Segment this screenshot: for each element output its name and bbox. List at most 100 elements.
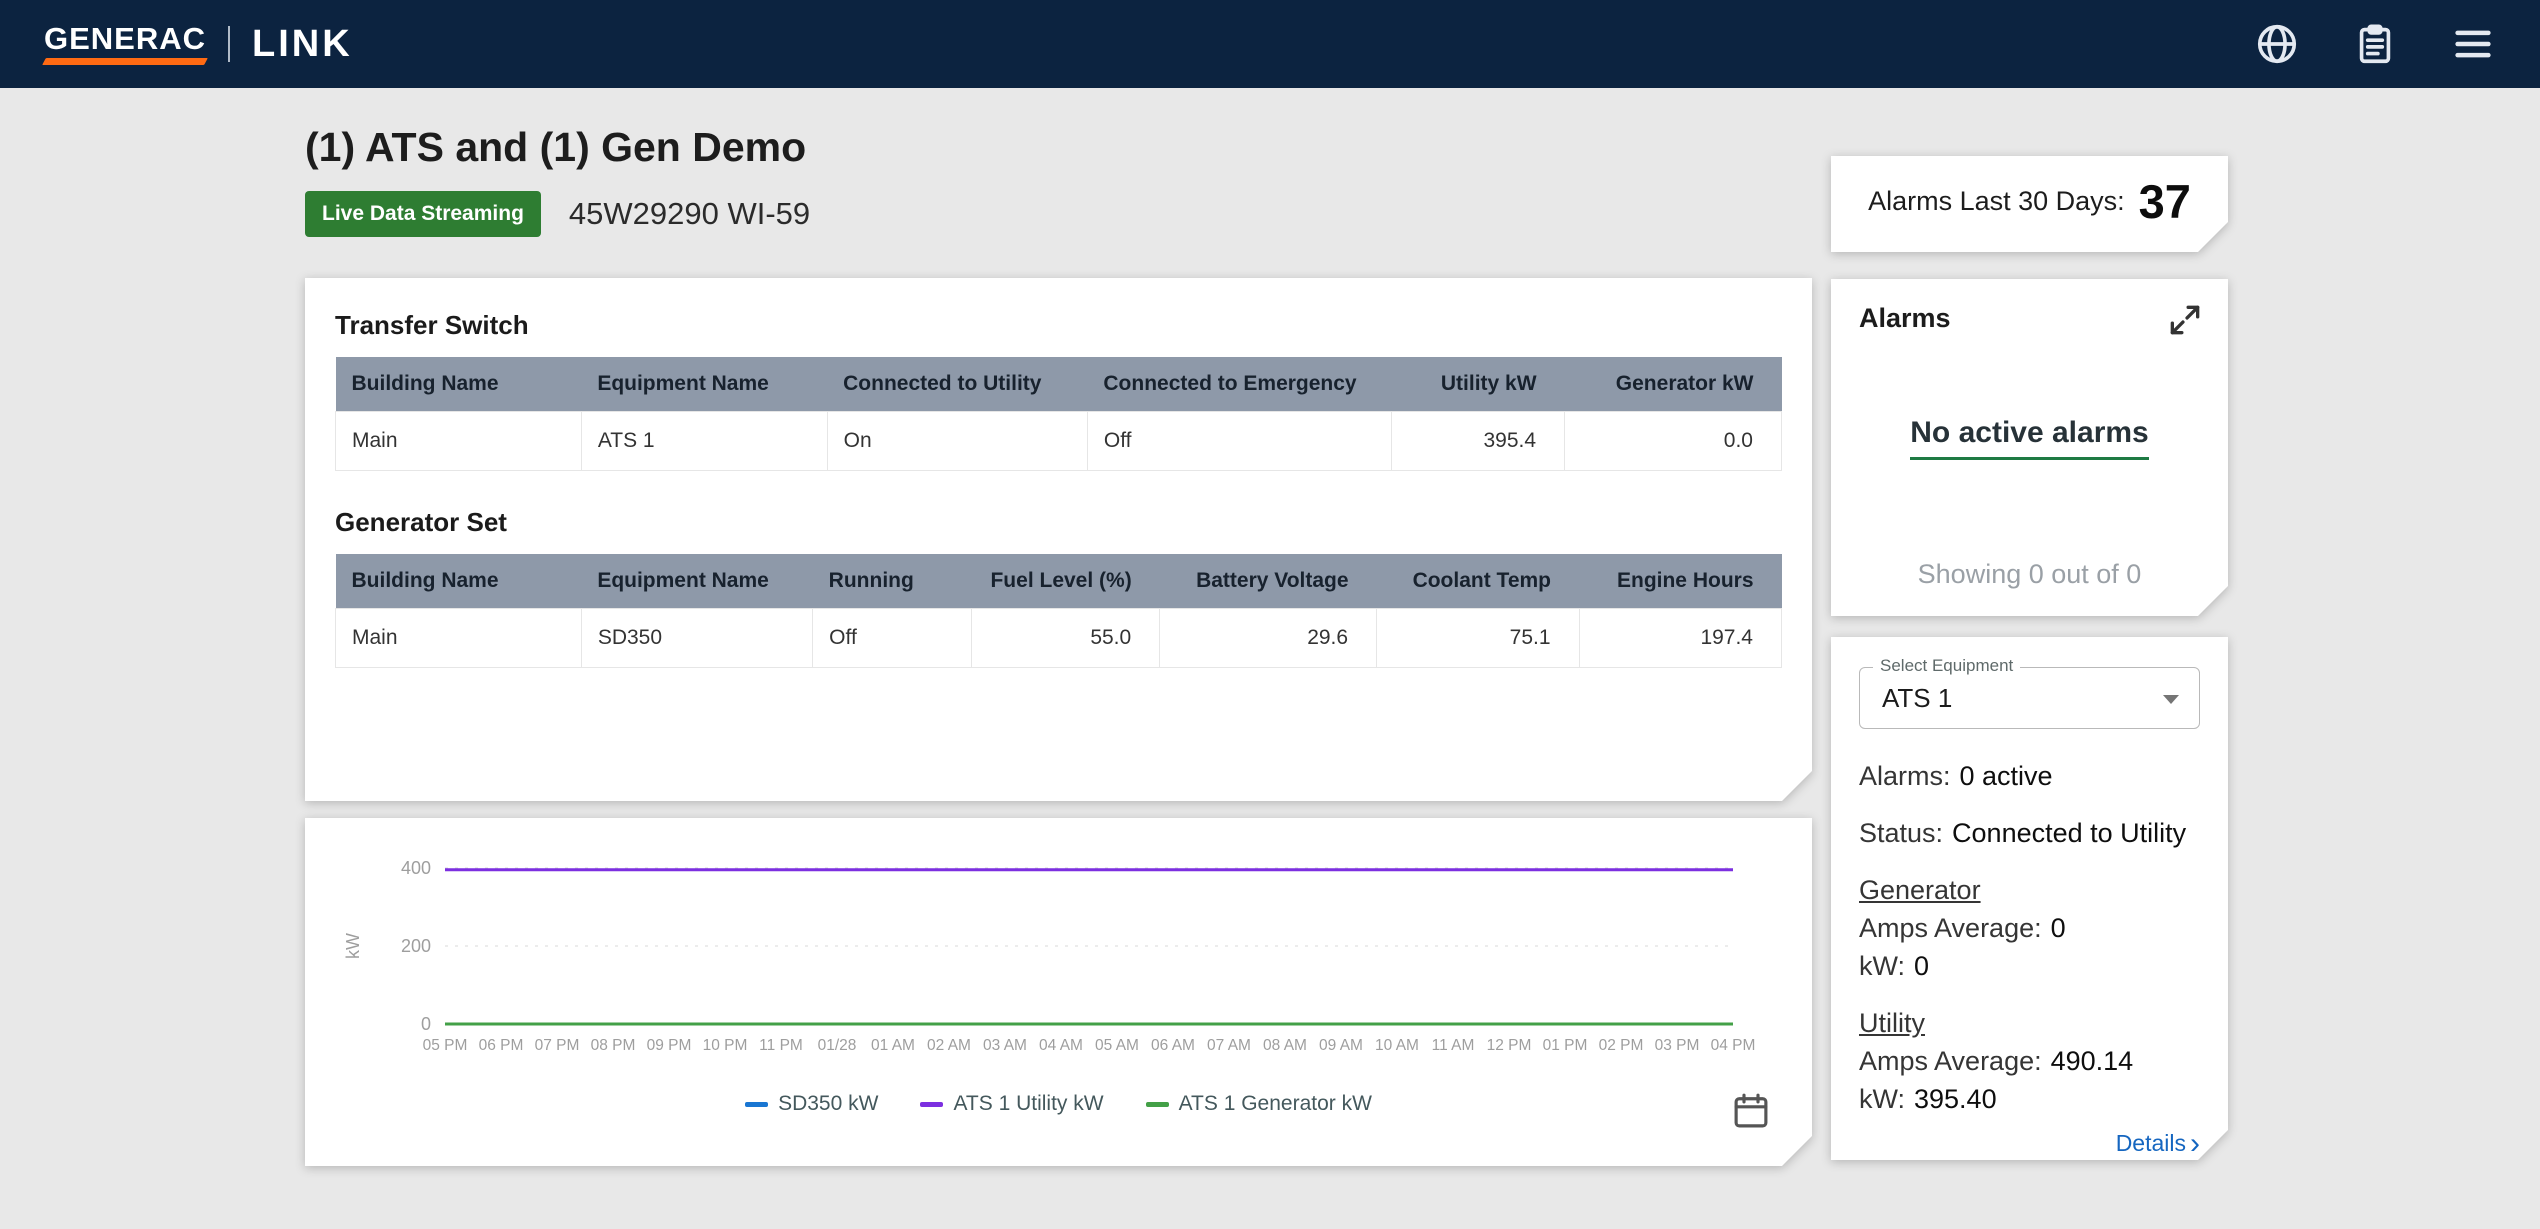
alarms-pagination-status: Showing 0 out of 0 — [1831, 559, 2228, 590]
utility-section: Utility Amps Average:490.14 kW:395.40 — [1859, 1004, 2200, 1118]
expand-icon[interactable] — [2166, 301, 2204, 339]
generator-set-table: Building Name Equipment Name Running Fue… — [335, 554, 1782, 668]
svg-text:03 PM: 03 PM — [1655, 1037, 1700, 1054]
report-icon[interactable] — [2352, 21, 2398, 67]
svg-text:01 PM: 01 PM — [1543, 1037, 1588, 1054]
cell-building-name: Main — [336, 412, 582, 471]
svg-text:01 AM: 01 AM — [871, 1037, 915, 1054]
utilization-chart: 020040005 PM06 PM07 PM08 PM09 PM10 PM11 … — [333, 838, 1782, 1090]
svg-text:03 AM: 03 AM — [983, 1037, 1027, 1054]
column-header: Connected to Utility — [827, 357, 1087, 412]
column-header: Building Name — [336, 357, 582, 412]
table-header-row: Building Name Equipment Name Running Fue… — [336, 554, 1782, 609]
alarms-card-title: Alarms — [1859, 303, 2200, 334]
cell-equipment-name: SD350 — [581, 609, 812, 668]
legend-label: ATS 1 Utility kW — [953, 1092, 1103, 1116]
svg-text:10 PM: 10 PM — [703, 1037, 748, 1054]
svg-text:11 PM: 11 PM — [759, 1037, 803, 1054]
table-row[interactable]: Main ATS 1 On Off 395.4 0.0 — [336, 412, 1782, 471]
equipment-detail-card: Select Equipment ATS 1 Alarms:0 active S… — [1831, 637, 2228, 1160]
column-header: Equipment Name — [581, 554, 812, 609]
cell-building-name: Main — [336, 609, 582, 668]
legend-item[interactable]: SD350 kW — [745, 1092, 878, 1116]
link-wordmark: LINK — [252, 25, 353, 63]
top-nav: GENERAC LINK — [0, 0, 2540, 88]
generator-section: Generator Amps Average:0 kW:0 — [1859, 871, 2200, 985]
svg-text:200: 200 — [401, 936, 431, 956]
calendar-icon[interactable] — [1730, 1090, 1772, 1132]
generator-kw-line: kW:0 — [1859, 947, 2200, 985]
select-equipment-value: ATS 1 — [1882, 683, 1952, 714]
generac-wordmark: GENERAC — [44, 23, 206, 65]
svg-text:08 PM: 08 PM — [591, 1037, 636, 1054]
chevron-down-icon — [2163, 695, 2179, 704]
cell-connected-emergency: Off — [1087, 412, 1391, 471]
generac-link-logo[interactable]: GENERAC LINK — [44, 23, 353, 65]
equipment-card: Transfer Switch Building Name Equipment … — [305, 278, 1812, 801]
cell-generator-kw: 0.0 — [1565, 412, 1782, 471]
alarms-line: Alarms:0 active — [1859, 757, 2200, 795]
svg-text:0: 0 — [421, 1014, 431, 1034]
table-header-row: Building Name Equipment Name Connected t… — [336, 357, 1782, 412]
svg-text:11 AM: 11 AM — [1432, 1037, 1475, 1054]
svg-text:07 PM: 07 PM — [535, 1037, 580, 1054]
cell-equipment-name: ATS 1 — [581, 412, 827, 471]
select-equipment-dropdown[interactable]: Select Equipment ATS 1 — [1859, 667, 2200, 729]
legend-label: ATS 1 Generator kW — [1179, 1092, 1372, 1116]
chart-legend: SD350 kW ATS 1 Utility kW ATS 1 Generator … — [333, 1092, 1784, 1116]
column-header: Equipment Name — [581, 357, 827, 412]
generator-set-heading: Generator Set — [335, 507, 1782, 538]
column-header: Coolant Temp — [1377, 554, 1579, 609]
transfer-switch-heading: Transfer Switch — [335, 310, 1782, 341]
svg-text:06 AM: 06 AM — [1151, 1037, 1195, 1054]
cell-connected-utility: On — [827, 412, 1087, 471]
legend-swatch — [1146, 1102, 1169, 1107]
status-line: Status:Connected to Utility — [1859, 814, 2200, 852]
column-header: Fuel Level (%) — [972, 554, 1160, 609]
site-header: (1) ATS and (1) Gen Demo Live Data Strea… — [305, 124, 810, 237]
svg-text:05 PM: 05 PM — [423, 1037, 468, 1054]
cell-utility-kw: 395.4 — [1391, 412, 1565, 471]
svg-text:kW: kW — [343, 933, 363, 959]
legend-item[interactable]: ATS 1 Generator kW — [1146, 1092, 1372, 1116]
svg-text:400: 400 — [401, 858, 431, 878]
svg-text:12 PM: 12 PM — [1487, 1037, 1532, 1054]
column-header: Battery Voltage — [1160, 554, 1377, 609]
transfer-switch-table: Building Name Equipment Name Connected t… — [335, 357, 1782, 471]
table-row[interactable]: Main SD350 Off 55.0 29.6 75.1 197.4 — [336, 609, 1782, 668]
svg-text:10 AM: 10 AM — [1375, 1037, 1419, 1054]
column-header: Building Name — [336, 554, 582, 609]
utility-amps-line: Amps Average:490.14 — [1859, 1042, 2200, 1080]
cell-battery-voltage: 29.6 — [1160, 609, 1377, 668]
globe-icon[interactable] — [2254, 21, 2300, 67]
cell-running: Off — [813, 609, 972, 668]
select-equipment-label: Select Equipment — [1873, 656, 2020, 676]
page-title: (1) ATS and (1) Gen Demo — [305, 124, 810, 171]
generac-orange-swoosh — [42, 58, 208, 65]
no-active-alarms-message: No active alarms — [1910, 416, 2148, 460]
alarms-summary-card: Alarms Last 30 Days: 37 — [1831, 156, 2228, 252]
utility-kw-line: kW:395.40 — [1859, 1080, 2200, 1118]
svg-text:09 PM: 09 PM — [647, 1037, 692, 1054]
utility-section-title: Utility — [1859, 1004, 2200, 1042]
column-header: Utility kW — [1391, 357, 1565, 412]
power-chart-card: 020040005 PM06 PM07 PM08 PM09 PM10 PM11 … — [305, 818, 1812, 1166]
chevron-right-icon: › — [2190, 1133, 2200, 1155]
svg-text:02 AM: 02 AM — [927, 1037, 971, 1054]
svg-text:09 AM: 09 AM — [1319, 1037, 1363, 1054]
svg-text:05 AM: 05 AM — [1095, 1037, 1139, 1054]
svg-text:08 AM: 08 AM — [1263, 1037, 1307, 1054]
details-link[interactable]: Details› — [1859, 1130, 2200, 1157]
generator-amps-line: Amps Average:0 — [1859, 909, 2200, 947]
svg-text:04 AM: 04 AM — [1039, 1037, 1083, 1054]
legend-item[interactable]: ATS 1 Utility kW — [920, 1092, 1103, 1116]
svg-text:07 AM: 07 AM — [1207, 1037, 1251, 1054]
legend-swatch — [745, 1102, 768, 1107]
legend-swatch — [920, 1102, 943, 1107]
svg-text:02 PM: 02 PM — [1599, 1037, 1644, 1054]
cell-engine-hours: 197.4 — [1579, 609, 1781, 668]
site-id: 45W29290 WI-59 — [569, 196, 810, 232]
generator-section-title: Generator — [1859, 871, 2200, 909]
menu-icon[interactable] — [2450, 21, 2496, 67]
brand-divider — [228, 26, 230, 62]
